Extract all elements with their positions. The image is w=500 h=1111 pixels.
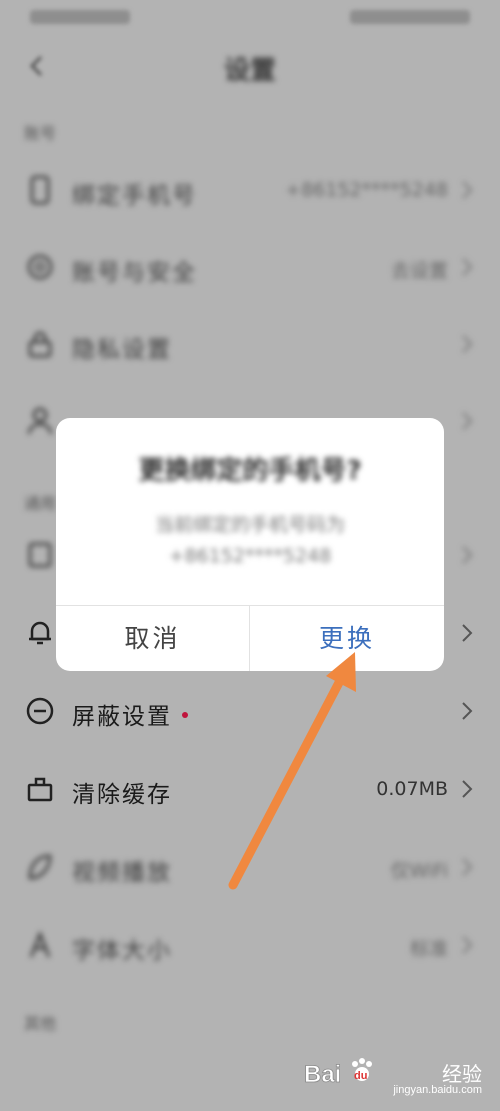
settings-row-play-mode[interactable]: 视频播放 仅WiFi	[0, 832, 500, 902]
status-right-info	[350, 10, 470, 24]
watermark-url: jingyan.baidu.com	[393, 1084, 482, 1096]
chevron-right-icon	[462, 624, 473, 642]
row-label: 屏蔽设置	[72, 697, 188, 731]
chevron-right-icon	[462, 702, 473, 720]
row-value: 仅WiFi	[390, 860, 448, 882]
minus-circle-icon	[26, 697, 54, 725]
settings-row-blocked[interactable]: 屏蔽设置	[0, 676, 500, 746]
row-label: 隐私设置	[72, 337, 172, 363]
chevron-right-icon	[462, 335, 473, 353]
row-label: 字体大小	[72, 938, 172, 964]
row-label: 清除缓存	[72, 782, 172, 808]
new-dot-badge	[182, 711, 188, 718]
user-icon	[27, 407, 53, 435]
section-label-other: 其他	[24, 1014, 57, 1033]
chevron-right-icon	[462, 258, 473, 276]
row-label: 绑定手机号	[72, 183, 197, 209]
row-label: 视频播放	[72, 860, 172, 886]
cache-size-value: 0.07MB	[376, 778, 448, 800]
chevron-right-icon	[462, 412, 473, 430]
row-value: +86152****5248	[285, 179, 448, 201]
row-label: 账号与安全	[72, 260, 197, 286]
settings-row-clear-cache[interactable]: 清除缓存 0.07MB	[0, 754, 500, 824]
change-button[interactable]: 更换	[250, 606, 444, 671]
change-phone-dialog: 更换绑定的手机号? 当前绑定的手机号码为 +86152****5248 取消 更…	[56, 418, 444, 671]
row-label-text: 屏蔽设置	[72, 704, 172, 730]
svg-text:Bai: Bai	[304, 1061, 341, 1088]
dialog-message-line2: +86152****5248	[168, 545, 332, 567]
status-left-info	[30, 10, 130, 24]
settings-row-font-size[interactable]: 字体大小 标准	[0, 910, 500, 980]
lock-icon	[28, 331, 52, 358]
font-icon	[29, 930, 51, 958]
bell-icon	[29, 621, 51, 645]
leaf-icon	[28, 854, 52, 880]
row-value: 标准	[409, 938, 448, 960]
nav-bar: 设置	[0, 40, 500, 92]
section-label-account: 账号	[24, 124, 57, 143]
row-value: 去设置	[390, 260, 448, 282]
phone-icon	[30, 175, 50, 205]
chevron-right-icon	[462, 936, 473, 954]
settings-row-privacy[interactable]: 隐私设置	[0, 309, 500, 379]
broom-icon	[27, 777, 53, 802]
chevron-right-icon	[462, 858, 473, 876]
dialog-title: 更换绑定的手机号?	[138, 456, 362, 486]
page-title: 设置	[223, 56, 276, 86]
section-label-general: 通用	[24, 494, 57, 513]
settings-row-security[interactable]: 账号与安全 去设置	[0, 232, 500, 302]
chevron-right-icon	[462, 546, 473, 564]
chevron-right-icon	[462, 780, 473, 798]
svg-text:du: du	[354, 1070, 367, 1082]
status-bar	[0, 0, 500, 36]
settings-row-phone[interactable]: 绑定手机号 +86152****5248	[0, 155, 500, 225]
dialog-message-line1: 当前绑定的手机号码为	[154, 514, 345, 536]
watermark-text: 经验	[442, 1062, 482, 1086]
cancel-button[interactable]: 取消	[56, 606, 249, 671]
chevron-right-icon	[462, 181, 473, 199]
document-icon	[28, 542, 52, 568]
shield-icon	[27, 254, 53, 280]
